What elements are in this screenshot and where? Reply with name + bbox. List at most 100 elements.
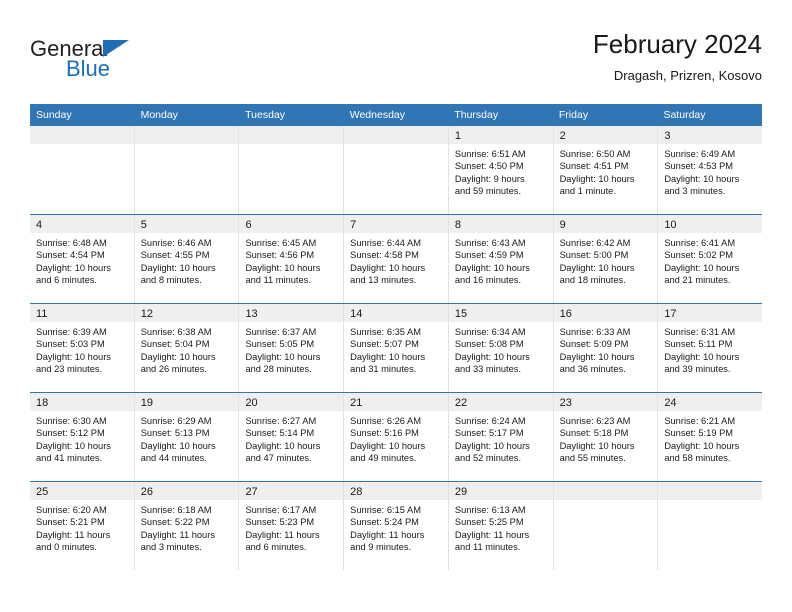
day-cell[interactable]: 28 Sunrise: 6:15 AM Sunset: 5:24 PM Dayligh… <box>343 482 448 570</box>
day-detail-line: Sunrise: 6:41 AM <box>664 238 736 248</box>
day-detail-body: Sunrise: 6:45 AM Sunset: 4:56 PM Daylight:… <box>239 233 343 286</box>
day-number: 1 <box>454 130 461 142</box>
day-detail-body: Sunrise: 6:21 AM Sunset: 5:19 PM Daylight:… <box>658 411 762 464</box>
day-cell[interactable]: 10 Sunrise: 6:41 AM Sunset: 5:02 PM Dayligh… <box>657 215 763 303</box>
day-detail-line: Sunrise: 6:48 AM <box>36 238 107 248</box>
day-number-band <box>30 126 134 144</box>
day-detail-line: Sunrise: 6:26 AM <box>350 416 421 426</box>
day-detail-line: Sunset: 5:23 PM <box>245 517 315 528</box>
day-cell[interactable]: 21 Sunrise: 6:26 AM Sunset: 5:16 PM Dayligh… <box>343 393 448 481</box>
day-cell[interactable]: 25 Sunrise: 6:20 AM Sunset: 5:21 PM Dayligh… <box>30 482 134 570</box>
day-cell[interactable]: 18 Sunrise: 6:30 AM Sunset: 5:12 PM Dayligh… <box>30 393 134 481</box>
day-number-band: 29 <box>448 482 553 500</box>
day-number: 3 <box>664 130 671 142</box>
day-cell[interactable]: 24 Sunrise: 6:21 AM Sunset: 5:19 PM Dayligh… <box>657 393 763 481</box>
day-detail-line: Daylight: 10 hours <box>350 440 426 451</box>
day-number-band: 17 <box>658 304 763 322</box>
day-number: 11 <box>36 308 48 320</box>
day-detail-line: Daylight: 11 hours <box>140 529 215 540</box>
day-cell[interactable]: 12 Sunrise: 6:38 AM Sunset: 5:04 PM Dayligh… <box>133 304 239 392</box>
day-detail-body: Sunrise: 6:17 AM Sunset: 5:23 PM Daylight:… <box>239 500 343 553</box>
day-number-band: 20 <box>239 393 344 411</box>
calendar-week-cells: 11 Sunrise: 6:39 AM Sunset: 5:03 PM Dayligh… <box>30 304 763 392</box>
day-detail-line: Sunset: 5:03 PM <box>36 339 105 350</box>
day-detail-line: Sunrise: 6:51 AM <box>454 149 526 159</box>
day-number-band <box>134 126 239 144</box>
day-cell-empty <box>133 126 239 214</box>
day-detail-line: and 11 minutes. <box>454 541 521 552</box>
day-cell-empty <box>238 126 344 214</box>
day-detail-line: Sunset: 5:00 PM <box>559 250 629 261</box>
day-number-band: 9 <box>553 215 658 233</box>
day-detail-line: and 9 minutes. <box>350 541 412 552</box>
day-detail-body: Sunrise: 6:30 AM Sunset: 5:12 PM Daylight:… <box>30 411 134 464</box>
day-cell[interactable]: 20 Sunrise: 6:27 AM Sunset: 5:14 PM Dayligh… <box>238 393 344 481</box>
day-number: 12 <box>140 308 153 320</box>
day-number-band: 7 <box>344 215 448 233</box>
day-detail-body: Sunrise: 6:18 AM Sunset: 5:22 PM Daylight:… <box>135 500 239 553</box>
day-cell[interactable]: 5 Sunrise: 6:46 AM Sunset: 4:55 PM Daylight… <box>133 215 239 303</box>
day-detail-line: Sunrise: 6:37 AM <box>245 327 317 337</box>
day-cell[interactable]: 9 Sunrise: 6:42 AM Sunset: 5:00 PM Daylight… <box>552 215 658 303</box>
day-cell[interactable]: 6 Sunrise: 6:45 AM Sunset: 4:56 PM Daylight… <box>238 215 344 303</box>
weekday-header-friday: Friday <box>558 109 589 121</box>
day-cell[interactable]: 7 Sunrise: 6:44 AM Sunset: 4:58 PM Daylight… <box>343 215 448 303</box>
day-cell-empty <box>30 126 134 214</box>
day-detail-line: Sunset: 4:59 PM <box>454 250 524 261</box>
title-block: February 2024 Dragash, Prizren, Kosovo <box>593 28 762 86</box>
day-number: 5 <box>140 219 147 231</box>
day-detail-body: Sunrise: 6:48 AM Sunset: 4:54 PM Daylight:… <box>30 233 134 286</box>
weekday-header-sunday: Sunday <box>36 109 72 121</box>
day-detail-line: and 23 minutes. <box>36 363 103 374</box>
day-detail-line: Sunset: 4:54 PM <box>36 250 105 261</box>
day-number-band <box>553 482 658 500</box>
day-detail-line: Daylight: 10 hours <box>454 351 530 362</box>
day-number-band: 16 <box>553 304 658 322</box>
day-number-band: 11 <box>30 304 134 322</box>
day-cell[interactable]: 11 Sunrise: 6:39 AM Sunset: 5:03 PM Dayligh… <box>30 304 134 392</box>
day-detail-line: Sunrise: 6:29 AM <box>140 416 212 426</box>
day-cell[interactable]: 16 Sunrise: 6:33 AM Sunset: 5:09 PM Dayligh… <box>552 304 658 392</box>
day-number-band: 4 <box>30 215 134 233</box>
calendar-week-row: 1 Sunrise: 6:51 AM Sunset: 4:50 PM Daylight… <box>30 126 763 214</box>
day-number: 26 <box>140 486 153 498</box>
day-detail-line: Sunset: 5:25 PM <box>454 517 524 528</box>
day-detail-line: and 21 minutes. <box>664 274 731 285</box>
day-cell[interactable]: 13 Sunrise: 6:37 AM Sunset: 5:05 PM Dayligh… <box>238 304 344 392</box>
day-cell[interactable]: 23 Sunrise: 6:23 AM Sunset: 5:18 PM Dayligh… <box>552 393 658 481</box>
day-detail-line: Sunrise: 6:30 AM <box>36 416 107 426</box>
day-cell[interactable]: 27 Sunrise: 6:17 AM Sunset: 5:23 PM Dayligh… <box>238 482 344 570</box>
day-number-band <box>344 126 448 144</box>
day-detail-line: Sunset: 5:11 PM <box>664 339 733 350</box>
day-detail-line: and 6 minutes. <box>245 541 307 552</box>
triangle-icon <box>103 40 129 57</box>
page-header: General Blue February 2024 Dragash, Priz… <box>30 28 762 100</box>
general-blue-logo[interactable]: General Blue <box>30 36 250 96</box>
day-detail-line: Sunset: 5:05 PM <box>245 339 315 350</box>
day-detail-body: Sunrise: 6:26 AM Sunset: 5:16 PM Daylight:… <box>344 411 448 464</box>
day-number-band: 28 <box>344 482 448 500</box>
day-cell[interactable]: 29 Sunrise: 6:13 AM Sunset: 5:25 PM Dayligh… <box>447 482 553 570</box>
day-detail-body: Sunrise: 6:24 AM Sunset: 5:17 PM Daylight:… <box>449 411 553 464</box>
day-detail-line: Daylight: 10 hours <box>559 351 635 362</box>
day-number-band: 14 <box>344 304 448 322</box>
day-cell[interactable]: 8 Sunrise: 6:43 AM Sunset: 4:59 PM Daylight… <box>447 215 553 303</box>
day-cell[interactable]: 19 Sunrise: 6:29 AM Sunset: 5:13 PM Dayligh… <box>133 393 239 481</box>
day-number: 18 <box>36 397 49 409</box>
day-cell[interactable]: 15 Sunrise: 6:34 AM Sunset: 5:08 PM Dayligh… <box>447 304 553 392</box>
day-cell[interactable]: 17 Sunrise: 6:31 AM Sunset: 5:11 PM Dayligh… <box>657 304 763 392</box>
day-cell[interactable]: 14 Sunrise: 6:35 AM Sunset: 5:07 PM Dayligh… <box>343 304 448 392</box>
day-detail-body: Sunrise: 6:46 AM Sunset: 4:55 PM Daylight:… <box>135 233 239 286</box>
day-cell[interactable]: 4 Sunrise: 6:48 AM Sunset: 4:54 PM Daylight… <box>30 215 134 303</box>
day-cell[interactable]: 26 Sunrise: 6:18 AM Sunset: 5:22 PM Dayligh… <box>133 482 239 570</box>
day-cell[interactable]: 2 Sunrise: 6:50 AM Sunset: 4:51 PM Daylight… <box>552 126 658 214</box>
day-cell[interactable]: 3 Sunrise: 6:49 AM Sunset: 4:53 PM Daylight… <box>657 126 763 214</box>
day-cell[interactable]: 1 Sunrise: 6:51 AM Sunset: 4:50 PM Daylight… <box>447 126 553 214</box>
day-detail-body: Sunrise: 6:31 AM Sunset: 5:11 PM Daylight:… <box>658 322 762 375</box>
day-detail-line: Daylight: 10 hours <box>36 440 111 451</box>
day-detail-body <box>344 144 448 148</box>
day-number: 6 <box>245 219 252 231</box>
day-cell[interactable]: 22 Sunrise: 6:24 AM Sunset: 5:17 PM Dayligh… <box>447 393 553 481</box>
day-number-band: 10 <box>658 215 763 233</box>
day-detail-line: Sunset: 4:56 PM <box>245 250 315 261</box>
